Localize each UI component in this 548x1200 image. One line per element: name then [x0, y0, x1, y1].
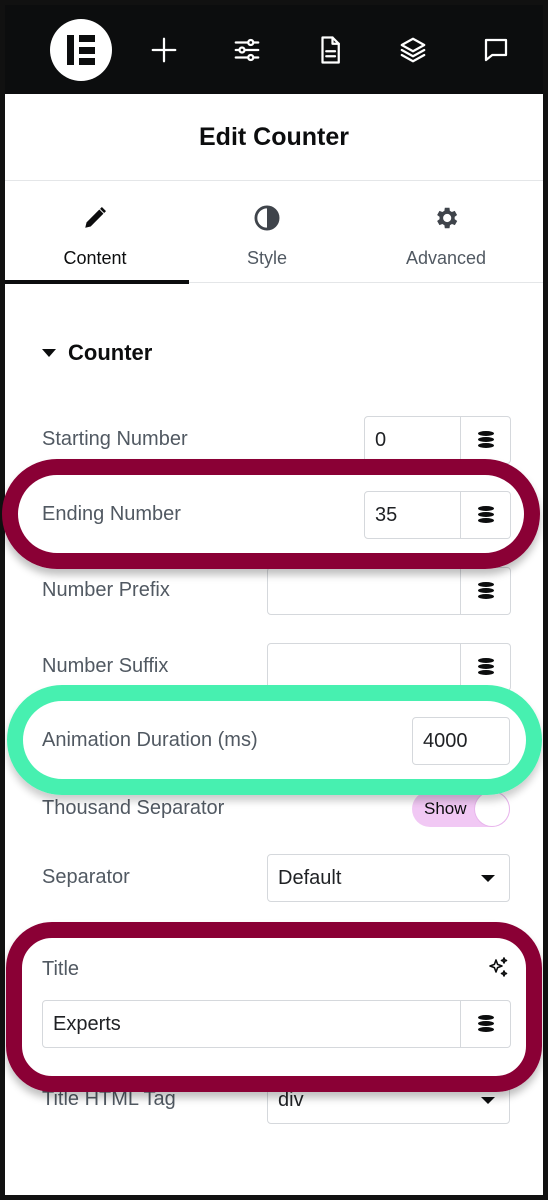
chevron-down-icon	[481, 1097, 495, 1104]
separator-select-value: Default	[278, 866, 342, 889]
separator-label: Separator	[42, 866, 130, 888]
elementor-logo-icon[interactable]	[50, 19, 112, 81]
dynamic-tags-button[interactable]	[461, 416, 511, 464]
number-prefix-input[interactable]	[267, 567, 461, 615]
number-prefix-label: Number Prefix	[42, 579, 170, 601]
ai-sparkle-icon[interactable]	[486, 956, 510, 985]
thousand-separator-toggle[interactable]: Show	[412, 791, 510, 827]
title-input[interactable]: Experts	[42, 1000, 461, 1048]
database-icon	[477, 582, 494, 600]
panel-title: Edit Counter	[199, 122, 349, 151]
title-label: Title	[42, 958, 80, 980]
toggle-knob	[475, 792, 509, 826]
tab-style-label: Style	[246, 248, 288, 268]
number-suffix-input[interactable]	[267, 643, 461, 691]
panel-header: Edit Counter	[5, 94, 543, 181]
chat-icon[interactable]	[478, 32, 514, 68]
ending-number-label: Ending Number	[42, 503, 181, 525]
dynamic-tags-button[interactable]	[461, 491, 511, 539]
chevron-down-icon	[481, 875, 495, 882]
pencil-icon	[82, 204, 108, 232]
section-title: Counter	[68, 340, 153, 365]
animation-duration-input[interactable]: 4000	[412, 717, 510, 765]
dynamic-tags-button[interactable]	[461, 1000, 511, 1048]
number-suffix-label: Number Suffix	[42, 655, 169, 677]
title-html-tag-value: div	[278, 1088, 304, 1111]
plus-icon[interactable]	[146, 32, 182, 68]
tab-advanced[interactable]: Advanced	[356, 182, 536, 283]
dynamic-tags-button[interactable]	[461, 643, 511, 691]
panel-tabs: Content Style Advanced	[5, 182, 543, 284]
title-html-tag-select[interactable]: div	[267, 1076, 510, 1124]
thousand-separator-label: Thousand Separator	[42, 797, 225, 819]
database-icon	[477, 1015, 494, 1033]
section-counter-toggle[interactable]: Counter	[42, 340, 152, 366]
database-icon	[477, 658, 494, 676]
document-icon[interactable]	[312, 32, 348, 68]
database-icon	[477, 431, 494, 449]
toggle-state-text: Show	[424, 799, 467, 818]
starting-number-input[interactable]: 0	[364, 416, 461, 464]
ending-number-input[interactable]: 35	[364, 491, 461, 539]
tab-content[interactable]: Content	[5, 182, 189, 284]
gear-icon	[432, 204, 460, 232]
tab-style[interactable]: Style	[177, 182, 357, 283]
caret-down-icon	[42, 349, 56, 357]
database-icon	[477, 506, 494, 524]
separator-select[interactable]: Default	[267, 854, 510, 902]
top-toolbar	[5, 5, 543, 94]
sliders-icon[interactable]	[229, 32, 265, 68]
tab-content-label: Content	[63, 248, 127, 268]
starting-number-label: Starting Number	[42, 428, 188, 450]
dynamic-tags-button[interactable]	[461, 567, 511, 615]
title-html-tag-label: Title HTML Tag	[42, 1088, 176, 1110]
layers-icon[interactable]	[395, 32, 431, 68]
tab-advanced-label: Advanced	[405, 248, 487, 268]
animation-duration-label: Animation Duration (ms)	[42, 729, 258, 751]
half-circle-icon	[253, 204, 281, 232]
